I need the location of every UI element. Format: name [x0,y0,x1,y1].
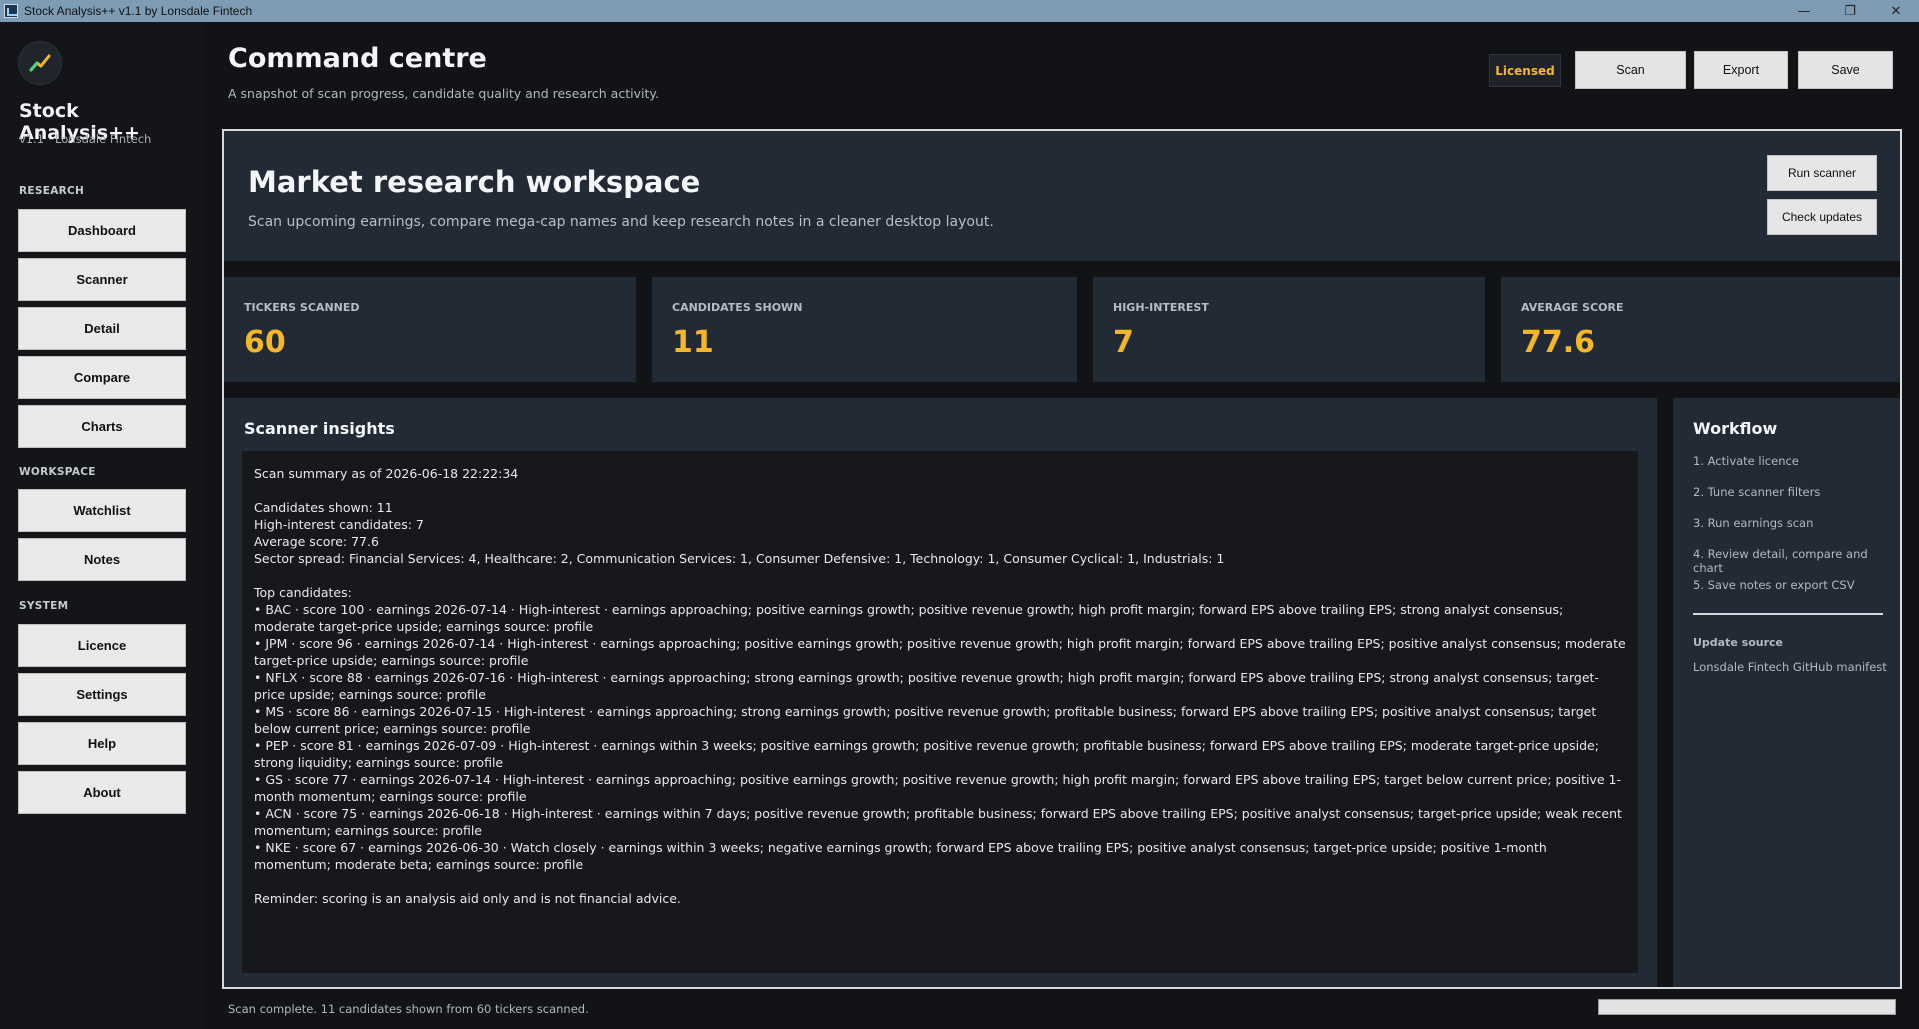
licence-status-badge: Licensed [1489,54,1561,87]
export-button[interactable]: Export [1694,51,1788,89]
workflow-divider [1693,613,1883,615]
workflow-step: 3. Run earnings scan [1693,516,1814,530]
scan-button[interactable]: Scan [1575,51,1686,89]
nav-settings-button[interactable]: Settings [18,673,186,716]
workflow-step: 2. Tune scanner filters [1693,485,1821,499]
nav-watchlist-button[interactable]: Watchlist [18,489,186,532]
stat-value: 60 [244,325,286,360]
nav-detail-button[interactable]: Detail [18,307,186,350]
insights-title: Scanner insights [244,419,395,438]
window-controls: — ❐ ✕ [1781,0,1919,22]
hero-banner: Market research workspace Scan upcoming … [224,131,1900,261]
update-source-label: Update source [1693,636,1783,649]
update-source-value: Lonsdale Fintech GitHub manifest [1693,660,1887,674]
stat-value: 77.6 [1521,325,1596,360]
workflow-step: 5. Save notes or export CSV [1693,578,1855,592]
run-scanner-button[interactable]: Run scanner [1767,155,1877,191]
workflow-title: Workflow [1693,419,1778,438]
insights-text-area[interactable]: Scan summary as of 2026-06-18 22:22:34 C… [242,451,1638,973]
workflow-step: 4. Review detail, compare and chart [1693,547,1868,575]
window-title: Stock Analysis++ v1.1 by Lonsdale Fintec… [24,4,253,18]
close-icon[interactable]: ✕ [1873,0,1919,22]
stat-label: AVERAGE SCORE [1521,301,1624,314]
stat-value: 11 [672,325,714,360]
nav-scanner-button[interactable]: Scanner [18,258,186,301]
chart-app-icon [4,4,18,18]
section-label-workspace: WORKSPACE [19,466,96,478]
stat-label: HIGH-INTEREST [1113,301,1209,314]
trend-line-icon [18,41,62,85]
nav-licence-button[interactable]: Licence [18,624,186,667]
page-title: Command centre [228,43,487,74]
stat-card-candidates-shown: CANDIDATES SHOWN 11 [652,277,1077,382]
stat-card-average-score: AVERAGE SCORE 77.6 [1501,277,1900,382]
nav-help-button[interactable]: Help [18,722,186,765]
nav-compare-button[interactable]: Compare [18,356,186,399]
stat-label: CANDIDATES SHOWN [672,301,803,314]
sidebar: Stock Analysis++ v1.1 · Lonsdale Fintech… [0,22,205,1029]
scan-progress-bar [1598,999,1896,1015]
stat-value: 7 [1113,325,1134,360]
status-text: Scan complete. 11 candidates shown from … [228,1002,589,1016]
hero-subtitle: Scan upcoming earnings, compare mega-cap… [248,214,994,230]
workflow-step: 1. Activate licence [1693,454,1799,468]
section-label-research: RESEARCH [19,185,85,197]
workflow-panel: Workflow 1. Activate licence 2. Tune sca… [1673,398,1900,987]
progress-fill [1599,1000,1895,1014]
nav-notes-button[interactable]: Notes [18,538,186,581]
main-panel: Market research workspace Scan upcoming … [222,129,1902,989]
save-button[interactable]: Save [1798,51,1893,89]
hero-title: Market research workspace [248,165,701,199]
page-subtitle: A snapshot of scan progress, candidate q… [228,86,659,101]
stat-card-high-interest: HIGH-INTEREST 7 [1093,277,1485,382]
check-updates-button[interactable]: Check updates [1767,199,1877,235]
stat-card-tickers-scanned: TICKERS SCANNED 60 [224,277,636,382]
stat-label: TICKERS SCANNED [244,301,360,314]
scanner-insights-panel: Scanner insights Scan summary as of 2026… [224,398,1657,987]
nav-charts-button[interactable]: Charts [18,405,186,448]
section-label-system: SYSTEM [19,600,69,612]
restore-icon[interactable]: ❐ [1827,0,1873,22]
window-titlebar: Stock Analysis++ v1.1 by Lonsdale Fintec… [0,0,1919,22]
minimize-icon[interactable]: — [1781,0,1827,22]
app-version: v1.1 · Lonsdale Fintech [19,132,152,146]
nav-dashboard-button[interactable]: Dashboard [18,209,186,252]
nav-about-button[interactable]: About [18,771,186,814]
